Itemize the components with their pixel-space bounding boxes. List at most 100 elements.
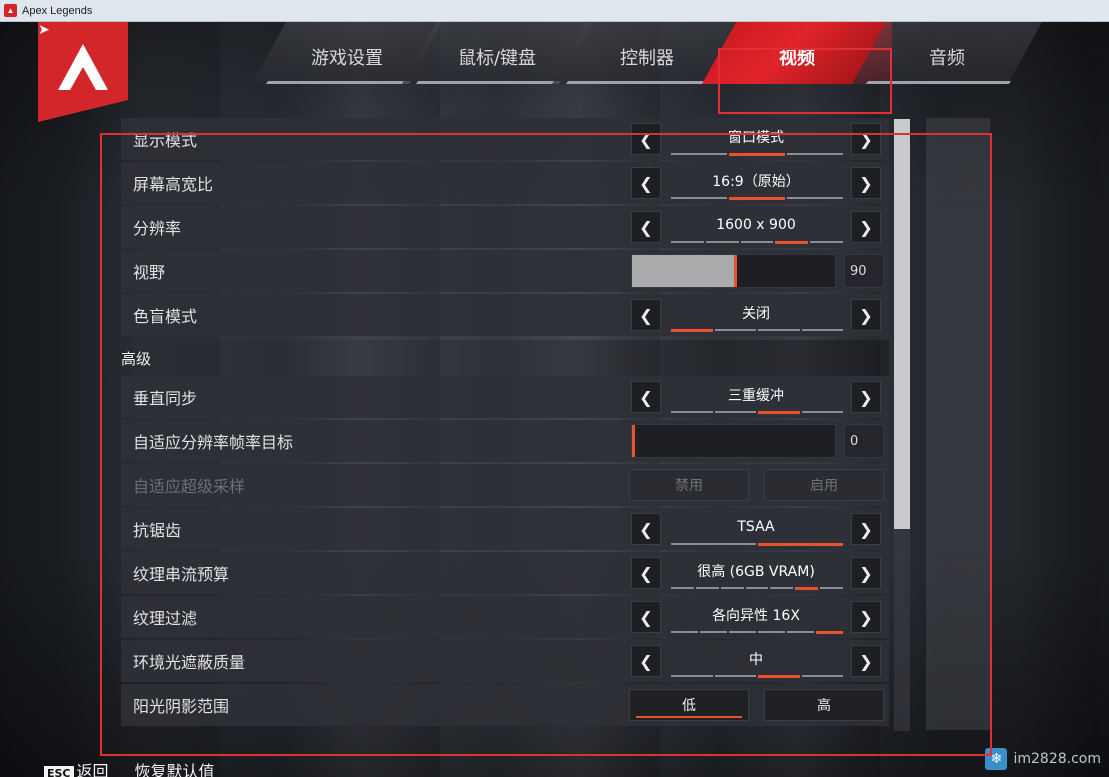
setting-label: 视野 xyxy=(133,263,166,282)
option-indicator xyxy=(671,411,843,414)
setting-label: 显示模式 xyxy=(133,131,198,150)
row-resolution: 分辨率 ❮ 1600 x 900 ❯ xyxy=(121,206,889,248)
option-segment xyxy=(787,153,843,155)
tab-label: 音频 xyxy=(929,48,965,69)
row-display-mode: 显示模式 ❮ 窗口模式 ❯ xyxy=(121,118,889,160)
chevron-right-icon: ❯ xyxy=(859,129,873,149)
chevron-right-icon: ❯ xyxy=(859,519,873,539)
mouse-cursor-icon: ➤ xyxy=(38,22,50,38)
row-colorblind-mode: 色盲模式 ❮ 关闭 ❯ xyxy=(121,294,889,336)
option-indicator xyxy=(671,587,844,590)
back-button[interactable]: ESC 返回 xyxy=(44,758,109,777)
prev-arrow-button[interactable]: ❮ xyxy=(631,601,661,633)
prev-arrow-button[interactable]: ❮ xyxy=(631,557,661,589)
option-segment xyxy=(729,153,785,156)
option-segment xyxy=(671,241,704,243)
setting-label: 色盲模式 xyxy=(133,307,198,326)
apex-app-icon: ▲ xyxy=(4,4,17,17)
option-segment xyxy=(816,631,843,634)
next-arrow-button[interactable]: ❯ xyxy=(851,557,881,589)
setting-label: 屏幕高宽比 xyxy=(133,175,214,194)
settings-tabs: 游戏设置 鼠标/键盘 控制器 视频 音频 xyxy=(252,22,1052,92)
enable-option-button: 启用 xyxy=(764,469,884,501)
row-vsync: 垂直同步 ❮ 三重缓冲 ❯ xyxy=(121,376,889,418)
setting-label: 环境光遮蔽质量 xyxy=(133,653,246,672)
slider-handle[interactable] xyxy=(632,425,635,457)
option-segment xyxy=(714,329,756,331)
slider-handle[interactable] xyxy=(733,255,737,287)
tab-label: 视频 xyxy=(779,48,815,69)
next-arrow-button[interactable]: ❯ xyxy=(851,381,881,413)
row-texture-filtering: 纹理过滤 ❮ 各向异性 16X ❯ xyxy=(121,596,889,638)
disable-option-button: 禁用 xyxy=(629,469,749,501)
tab-audio[interactable]: 音频 xyxy=(852,22,1042,92)
settings-screen: ➤ 游戏设置 鼠标/键盘 控制器 视频 音频 显示模式 ❮ 窗口模式 ❯ 屏幕高… xyxy=(0,22,1109,777)
prev-arrow-button[interactable]: ❮ xyxy=(631,167,661,199)
setting-value: 三重缓冲 xyxy=(728,388,784,404)
option-segment xyxy=(729,197,785,200)
next-arrow-button[interactable]: ❯ xyxy=(851,299,881,331)
setting-label: 分辨率 xyxy=(133,219,182,238)
option-segment xyxy=(671,197,727,199)
chevron-left-icon: ❮ xyxy=(639,305,653,325)
option-segment xyxy=(700,631,727,633)
next-arrow-button[interactable]: ❯ xyxy=(851,601,881,633)
footer-actions: ESC 返回 恢复默认值 xyxy=(44,758,215,777)
option-indicator xyxy=(671,197,843,200)
next-arrow-button[interactable]: ❯ xyxy=(851,211,881,243)
setting-label: 纹理串流预算 xyxy=(133,565,230,584)
option-segment xyxy=(820,587,844,589)
snowflake-icon: ❄ xyxy=(985,748,1008,770)
chevron-left-icon: ❮ xyxy=(639,651,653,671)
next-arrow-button[interactable]: ❯ xyxy=(851,167,881,199)
adaptive-resolution-slider[interactable] xyxy=(631,424,836,458)
fov-slider[interactable] xyxy=(631,254,836,288)
option-segment xyxy=(671,631,698,633)
option-segment xyxy=(720,587,744,589)
chevron-left-icon: ❮ xyxy=(639,173,653,193)
prev-arrow-button[interactable]: ❮ xyxy=(631,299,661,331)
prev-arrow-button[interactable]: ❮ xyxy=(631,513,661,545)
option-segment xyxy=(671,153,727,155)
option-segment xyxy=(740,241,774,243)
option-segment xyxy=(787,631,814,633)
setting-label: 自适应分辨率帧率目标 xyxy=(133,433,294,452)
restore-defaults-button[interactable]: 恢复默认值 xyxy=(135,758,215,777)
option-segment xyxy=(758,329,800,331)
option-segment xyxy=(775,241,809,244)
next-arrow-button[interactable]: ❯ xyxy=(851,123,881,155)
setting-value: 各向异性 16X xyxy=(712,608,800,624)
side-info-panel xyxy=(926,118,990,730)
setting-label: 自适应超级采样 xyxy=(133,477,246,496)
row-adaptive-supersampling: 自适应超级采样 禁用 启用 xyxy=(121,464,889,506)
option-segment xyxy=(671,329,713,332)
tab-label: 控制器 xyxy=(620,48,674,69)
scrollbar-thumb[interactable] xyxy=(894,119,910,529)
prev-arrow-button[interactable]: ❮ xyxy=(631,645,661,677)
setting-value: TSAA xyxy=(737,519,775,535)
setting-label: 阳光阴影范围 xyxy=(133,697,230,716)
chevron-left-icon: ❮ xyxy=(639,563,653,583)
video-settings-list: 显示模式 ❮ 窗口模式 ❯ 屏幕高宽比 ❮ 16:9（原始） ❯ 分辨率 ❮ 1… xyxy=(101,118,889,730)
option-segment xyxy=(801,329,843,331)
prev-arrow-button[interactable]: ❮ xyxy=(631,123,661,155)
option-segment xyxy=(758,543,843,546)
prev-arrow-button[interactable]: ❮ xyxy=(631,381,661,413)
setting-value: 16:9（原始） xyxy=(712,174,800,190)
back-label: 返回 xyxy=(76,762,109,777)
low-option-button[interactable]: 低 xyxy=(629,689,749,721)
prev-arrow-button[interactable]: ❮ xyxy=(631,211,661,243)
next-arrow-button[interactable]: ❯ xyxy=(851,513,881,545)
next-arrow-button[interactable]: ❯ xyxy=(851,645,881,677)
option-segment xyxy=(795,587,819,590)
chevron-left-icon: ❮ xyxy=(639,387,653,407)
option-segment xyxy=(729,631,756,633)
row-adaptive-resolution: 自适应分辨率帧率目标 0 xyxy=(121,420,889,462)
chevron-right-icon: ❯ xyxy=(859,651,873,671)
option-indicator xyxy=(671,631,843,634)
chevron-right-icon: ❯ xyxy=(859,387,873,407)
section-heading-advanced: 高级 xyxy=(101,340,889,376)
option-segment xyxy=(671,543,756,545)
option-indicator xyxy=(671,153,843,156)
high-option-button[interactable]: 高 xyxy=(764,689,884,721)
